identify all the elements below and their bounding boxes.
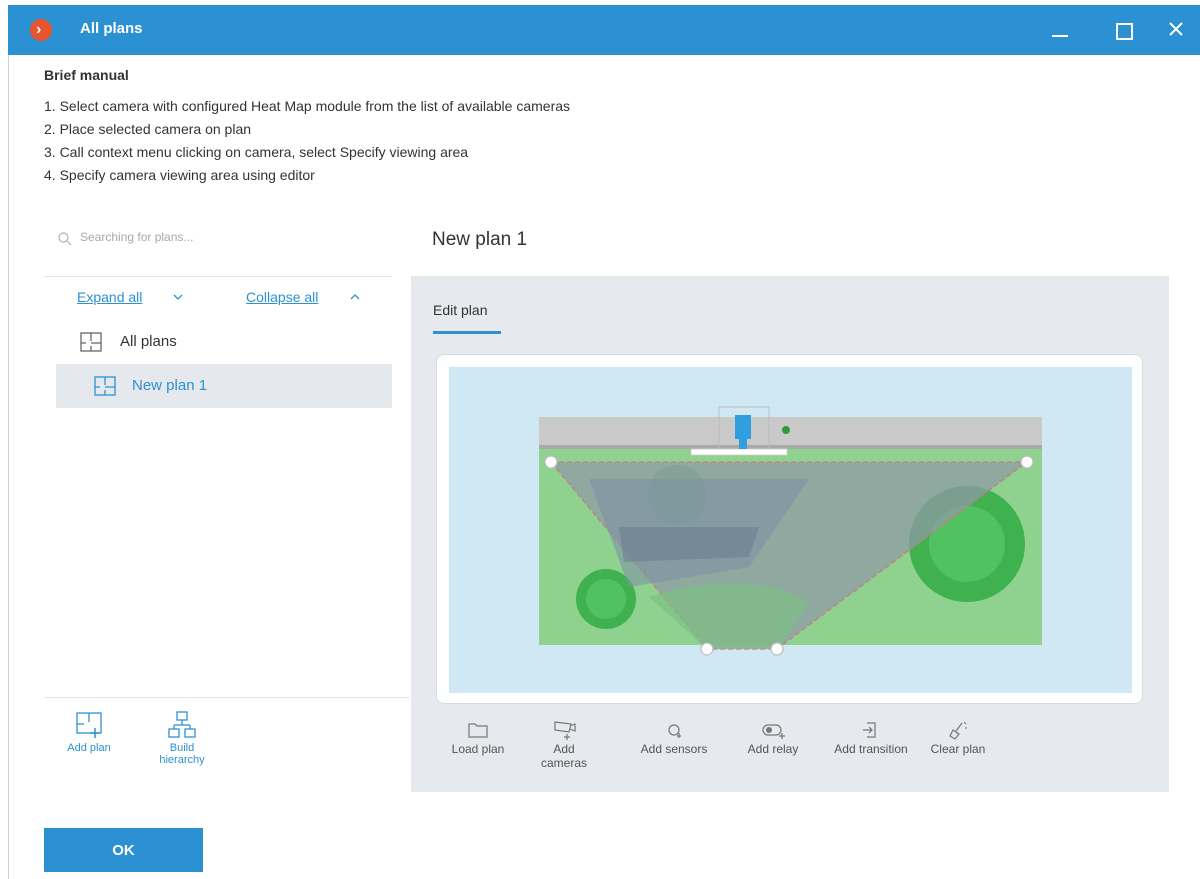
build-hierarchy-button[interactable]: Build hierarchy: [146, 710, 218, 766]
manual-step: 1. Select camera with configured Heat Ma…: [44, 98, 571, 114]
manual-steps: 1. Select camera with configured Heat Ma…: [44, 95, 570, 187]
plan-icon: [80, 332, 102, 352]
plan-search: [56, 224, 376, 256]
tab-indicator: [433, 331, 501, 334]
add-relay-button[interactable]: Add relay: [735, 720, 811, 756]
hierarchy-icon: [168, 711, 196, 738]
minimize-button[interactable]: [1038, 5, 1084, 55]
add-plan-icon: [76, 712, 102, 738]
title-bar: › All plans: [8, 5, 1200, 55]
close-button[interactable]: [1154, 5, 1200, 55]
tree-item-label: All plans: [120, 333, 177, 350]
manual-step: 4. Specify camera viewing area using edi…: [44, 167, 315, 183]
add-plan-button[interactable]: Add plan: [56, 710, 122, 754]
add-plan-label: Add plan: [67, 742, 111, 754]
add-transition-label: Add transition: [834, 742, 908, 756]
add-sensors-label: Add sensors: [640, 742, 708, 756]
app-logo-icon: ›: [30, 19, 52, 41]
folder-icon: [468, 723, 488, 738]
divider: [44, 276, 392, 277]
plan-icon: [94, 376, 116, 396]
manual-step: 2. Place selected camera on plan: [44, 121, 252, 137]
tree-item-all-plans[interactable]: All plans: [56, 320, 392, 364]
transition-icon: [863, 722, 876, 738]
ok-button[interactable]: OK: [44, 828, 203, 872]
maximize-button[interactable]: [1101, 5, 1147, 55]
add-transition-button[interactable]: Add transition: [831, 720, 911, 756]
chevron-up-icon[interactable]: [349, 291, 361, 303]
plan-card: [436, 354, 1143, 704]
search-icon: [58, 232, 72, 246]
expand-all-link[interactable]: Expand all: [77, 289, 142, 305]
clear-plan-button[interactable]: Clear plan: [923, 720, 993, 756]
load-plan-button[interactable]: Load plan: [443, 720, 513, 756]
collapse-all-link[interactable]: Collapse all: [246, 289, 318, 305]
chevron-down-icon[interactable]: [172, 291, 184, 303]
add-relay-label: Add relay: [747, 742, 799, 756]
plan-editor-panel: Edit plan Load plan Add cameras Add sens…: [411, 276, 1169, 792]
clear-icon: [949, 721, 967, 740]
plan-canvas[interactable]: [449, 367, 1132, 693]
add-cameras-button[interactable]: Add cameras: [541, 720, 587, 770]
close-icon: [1169, 22, 1183, 36]
add-cameras-label: Add cameras: [541, 742, 588, 770]
camera-add-icon: [554, 721, 576, 740]
window-border: [8, 55, 9, 879]
divider: [44, 697, 410, 698]
clear-plan-label: Clear plan: [930, 742, 986, 756]
drag-handle[interactable]: [700, 642, 714, 656]
plan-title: New plan 1: [432, 229, 528, 250]
status-dot: [782, 426, 790, 434]
drag-handle[interactable]: [770, 642, 784, 656]
drag-handle[interactable]: [1020, 455, 1034, 469]
tree-item-new-plan-1[interactable]: New plan 1: [56, 364, 392, 408]
window-title: All plans: [80, 20, 143, 37]
manual-step: 3. Call context menu clicking on camera,…: [44, 144, 469, 160]
build-hierarchy-label: Build hierarchy: [159, 742, 205, 766]
load-plan-label: Load plan: [451, 742, 505, 756]
manual-title: Brief manual: [44, 67, 129, 83]
relay-icon: [762, 724, 785, 739]
add-sensors-button[interactable]: Add sensors: [629, 720, 719, 756]
plan-image: [539, 406, 1042, 656]
drag-handle[interactable]: [544, 455, 558, 469]
tab-edit-plan[interactable]: Edit plan: [433, 302, 487, 318]
camera-icon[interactable]: [735, 415, 751, 439]
tree-item-label: New plan 1: [132, 377, 208, 394]
sensor-icon: [668, 724, 681, 738]
search-input[interactable]: [80, 230, 360, 244]
